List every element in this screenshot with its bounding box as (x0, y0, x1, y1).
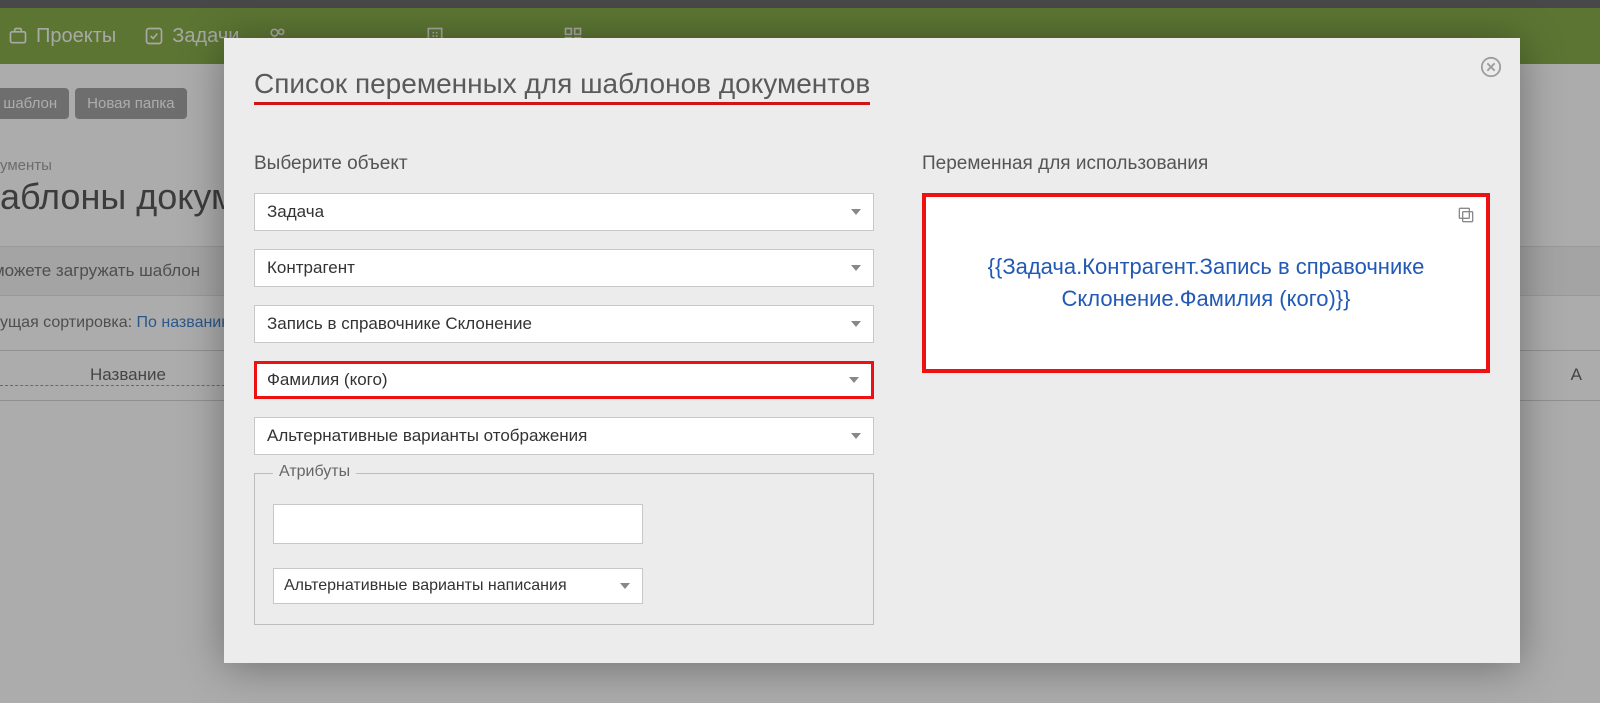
attribute-input[interactable] (273, 504, 643, 544)
select-object-label: Выберите объект (254, 153, 874, 175)
chevron-down-icon (851, 433, 861, 439)
chevron-down-icon (851, 265, 861, 271)
close-button[interactable] (1480, 56, 1502, 78)
modal-title: Список переменных для шаблонов документо… (254, 68, 870, 105)
close-icon (1480, 56, 1502, 78)
select-alt-writing-value: Альтернативные варианты написания (284, 577, 567, 594)
chevron-down-icon (851, 321, 861, 327)
select-directory-record[interactable]: Запись в справочнике Склонение (254, 305, 874, 343)
select-surname-value: Фамилия (кого) (267, 370, 388, 389)
select-task-value: Задача (267, 202, 324, 221)
select-task[interactable]: Задача (254, 193, 874, 231)
copy-button[interactable] (1456, 205, 1476, 230)
variable-output: {{Задача.Контрагент.Запись в справочнике… (922, 193, 1490, 373)
variable-text: {{Задача.Контрагент.Запись в справочнике… (966, 251, 1446, 315)
select-alt-writing[interactable]: Альтернативные варианты написания (273, 568, 643, 604)
chevron-down-icon (620, 583, 630, 589)
chevron-down-icon (849, 377, 859, 383)
select-directory-value: Запись в справочнике Склонение (267, 314, 532, 333)
select-contragent-value: Контрагент (267, 258, 355, 277)
attributes-fieldset: Атрибуты Альтернативные варианты написан… (254, 473, 874, 625)
select-alt-display[interactable]: Альтернативные варианты отображения (254, 417, 874, 455)
chevron-down-icon (851, 209, 861, 215)
copy-icon (1456, 205, 1476, 225)
select-alt-display-value: Альтернативные варианты отображения (267, 426, 587, 445)
select-surname[interactable]: Фамилия (кого) (254, 361, 874, 399)
variable-label: Переменная для использования (922, 153, 1490, 175)
variables-modal: Список переменных для шаблонов документо… (224, 38, 1520, 663)
select-contragent[interactable]: Контрагент (254, 249, 874, 287)
attributes-legend: Атрибуты (273, 463, 356, 481)
